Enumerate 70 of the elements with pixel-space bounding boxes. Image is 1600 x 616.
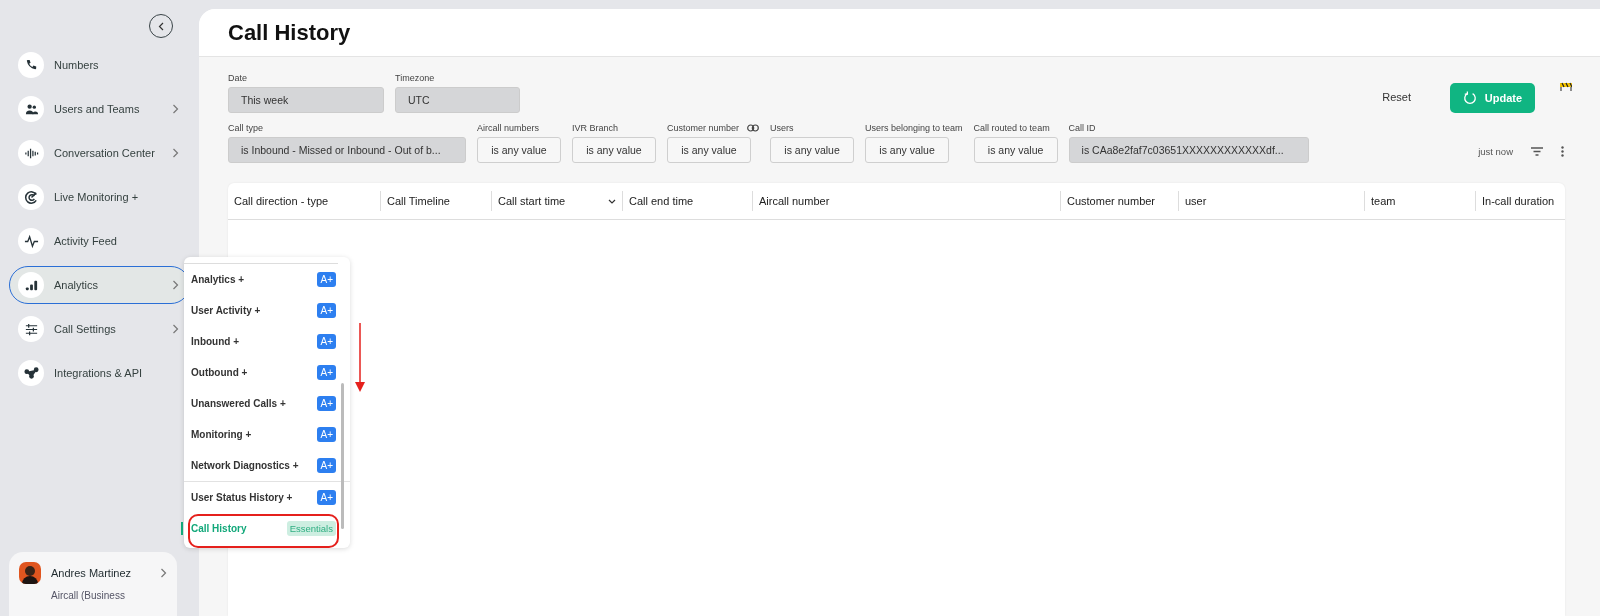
column-header[interactable]: Customer number	[1060, 191, 1178, 211]
column-header[interactable]: In-call duration	[1475, 191, 1565, 211]
plan-badge: A+	[317, 427, 336, 442]
plan-badge: A+	[317, 303, 336, 318]
sidebar-item[interactable]: Numbers	[9, 46, 190, 84]
chevron-right-icon	[160, 568, 167, 578]
sidebar-item[interactable]: Live Monitoring +	[9, 178, 190, 216]
plan-badge: A+	[317, 458, 336, 473]
user-card[interactable]: Andres Martinez Aircall (Business	[9, 552, 177, 616]
user-name: Andres Martinez	[51, 567, 133, 579]
column-header[interactable]: Aircall number	[752, 191, 1060, 211]
column-header[interactable]: Call end time	[622, 191, 752, 211]
radar-icon	[23, 189, 39, 205]
column-header[interactable]: team	[1364, 191, 1475, 211]
filter-field[interactable]: is any value	[770, 137, 855, 163]
field-label: Date	[228, 73, 248, 83]
plan-badge: A+	[317, 396, 336, 411]
sidebar-item[interactable]: Activity Feed	[9, 222, 190, 260]
refresh-status: just now	[1478, 146, 1513, 157]
filter-field[interactable]: is any value	[973, 137, 1058, 163]
filter-icon[interactable]	[1531, 147, 1543, 156]
filter-field[interactable]: is any value	[865, 137, 950, 163]
filter-field[interactable]: is any value	[477, 137, 561, 163]
chevron-right-icon	[172, 148, 179, 158]
annotation-arrow	[355, 323, 365, 393]
scrollbar[interactable]	[341, 383, 344, 529]
sliders-icon	[23, 321, 39, 337]
link-icon	[747, 124, 760, 132]
field-label: Users	[770, 123, 795, 133]
plan-badge: A+	[317, 365, 336, 380]
avatar	[19, 562, 41, 584]
plan-badge: A+	[317, 272, 336, 287]
plan-badge: Essentials	[286, 521, 336, 536]
field-label: Customer number	[667, 123, 760, 133]
column-header[interactable]: Call direction - type	[228, 191, 380, 211]
submenu-item[interactable]: Monitoring + A+	[184, 419, 350, 450]
plan-badge: A+	[317, 490, 336, 505]
page-title: Call History	[228, 19, 351, 46]
plan-badge: A+	[317, 334, 336, 349]
sidebar-item[interactable]: Users and Teams	[9, 90, 190, 128]
field-label: Timezone	[395, 73, 436, 83]
pulse-icon	[23, 233, 39, 249]
chevron-right-icon	[172, 104, 179, 114]
chevron-right-icon	[172, 324, 179, 334]
reset-button[interactable]: Reset	[1382, 91, 1411, 103]
filter-field[interactable]: is any value	[667, 137, 751, 163]
field-label: Users belonging to team	[865, 123, 963, 133]
column-header[interactable]: user	[1178, 191, 1364, 211]
field-label: Call routed to team	[973, 123, 1051, 133]
chevron-left-icon	[158, 21, 164, 31]
sidebar-item[interactable]: Conversation Center	[9, 134, 190, 172]
column-header[interactable]: Call start time	[491, 191, 622, 211]
field-label: Call type	[228, 123, 264, 133]
field-label: Call ID	[1068, 123, 1097, 133]
caret-down-icon	[608, 198, 616, 204]
refresh-icon	[1462, 91, 1477, 105]
submenu-item[interactable]: User Status History + A+	[184, 482, 350, 513]
filter-field[interactable]: This week	[228, 87, 384, 113]
filter-field[interactable]: is any value	[572, 137, 656, 163]
filter-field[interactable]: is CAa8e2faf7c03651XXXXXXXXXXXXdf...	[1068, 137, 1309, 163]
nodes-icon	[23, 365, 39, 381]
account-name: Aircall (Business	[50, 590, 126, 601]
filter-field[interactable]: is Inbound - Missed or Inbound - Out of b...	[228, 137, 466, 163]
more-icon[interactable]	[1561, 146, 1564, 157]
column-header[interactable]: Call Timeline	[380, 191, 491, 211]
field-label: IVR Branch	[572, 123, 620, 133]
filter-field[interactable]: UTC	[395, 87, 520, 113]
chevron-right-icon	[172, 280, 179, 290]
barrier-icon	[1560, 81, 1572, 91]
field-label: Aircall numbers	[477, 123, 541, 133]
